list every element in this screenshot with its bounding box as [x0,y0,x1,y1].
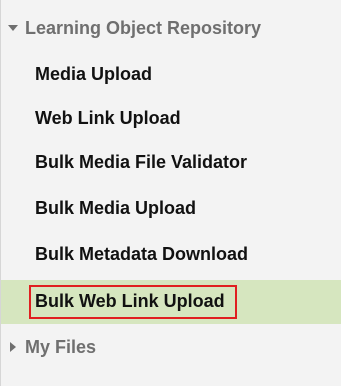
sidebar-item-bulk-media-upload[interactable]: Bulk Media Upload [1,186,341,230]
section-label: My Files [25,336,97,357]
caret-right-icon[interactable] [7,341,19,353]
sidebar-item-label: Bulk Media File Validator [35,151,248,172]
sidebar-item-label: Bulk Media Upload [35,197,197,218]
sidebar-item-bulk-media-file-validator[interactable]: Bulk Media File Validator [1,140,341,184]
sidebar-item-label: Bulk Web Link Upload [29,285,237,319]
sidebar-item-media-upload[interactable]: Media Upload [1,52,341,96]
sidebar-item-bulk-metadata-download[interactable]: Bulk Metadata Download [1,232,341,276]
caret-down-icon[interactable] [7,22,19,34]
section-label: Learning Object Repository [25,17,262,38]
sidebar-item-label: Media Upload [35,63,153,84]
sidebar-item-bulk-web-link-upload[interactable]: Bulk Web Link Upload [1,280,341,324]
section-my-files[interactable]: My Files [1,330,341,364]
sidebar-item-web-link-upload[interactable]: Web Link Upload [1,96,341,140]
sidebar-item-label: Web Link Upload [35,107,181,128]
sidebar-item-label: Bulk Metadata Download [35,243,249,264]
section-learning-object-repository[interactable]: Learning Object Repository [1,10,341,46]
sidebar-nav: Learning Object Repository Media Upload … [0,0,341,386]
